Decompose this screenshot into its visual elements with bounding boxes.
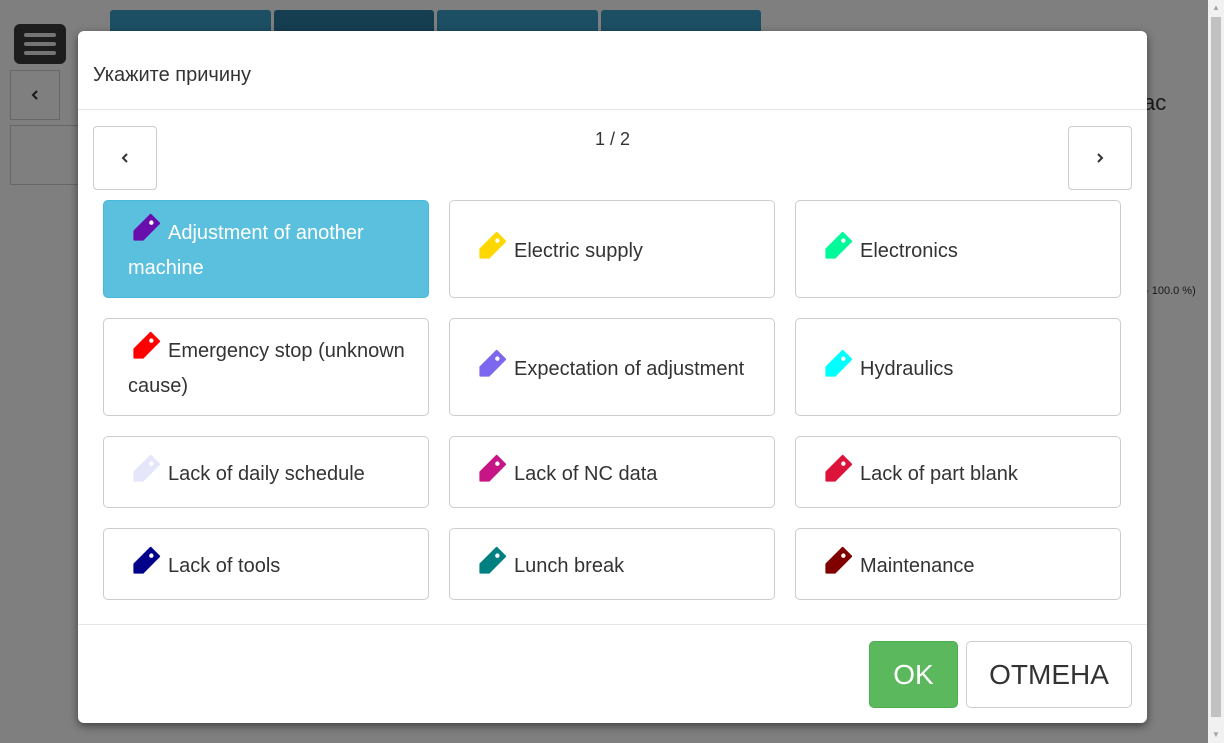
reason-option-label: Lunch break (514, 554, 625, 577)
dialog-header: Укажите причину (78, 31, 1147, 110)
reason-option[interactable]: Lack of part blank (795, 436, 1121, 508)
tag-icon (825, 231, 853, 259)
reason-option-text: Lack of part blank (820, 453, 1018, 492)
reason-option-text: Lack of NC data (474, 453, 657, 492)
reason-option-label: Electronics (860, 239, 958, 262)
reason-option-text: Adjustment of another machine (128, 212, 408, 286)
reason-option-text: Electronics (820, 230, 958, 269)
reason-option-label: Expectation of adjustment (514, 357, 745, 380)
reason-option-text: Maintenance (820, 545, 975, 584)
reason-option-text: Expectation of adjustment (474, 348, 744, 387)
tag-icon (479, 454, 507, 482)
tag-icon (133, 213, 161, 241)
reason-option[interactable]: Electronics (795, 200, 1121, 298)
reason-option-label: Lack of daily schedule (168, 462, 365, 485)
reason-option-label: Electric supply (514, 239, 643, 262)
next-page-button[interactable] (1068, 126, 1132, 190)
reason-option-text: Lack of tools (128, 545, 280, 584)
tag-icon (825, 349, 853, 377)
reason-option[interactable]: Hydraulics (795, 318, 1121, 416)
tag-icon (825, 546, 853, 574)
chevron-left-icon (121, 153, 128, 163)
page-scrollbar[interactable]: ▲ ▼ (1208, 0, 1224, 743)
reason-option[interactable]: Lack of tools (103, 528, 429, 600)
reason-option-label: Lack of tools (168, 554, 281, 577)
reason-option[interactable]: Lack of daily schedule (103, 436, 429, 508)
reason-option[interactable]: Lack of NC data (449, 436, 775, 508)
scrollbar-thumb[interactable] (1211, 17, 1221, 717)
reason-option-text: Lunch break (474, 545, 624, 584)
reason-option[interactable]: Emergency stop (unknown cause) (103, 318, 429, 416)
tag-icon (479, 231, 507, 259)
dialog-title: Укажите причину (93, 64, 252, 86)
scroll-down-arrow-icon[interactable]: ▼ (1208, 727, 1224, 743)
reason-option-text: Hydraulics (820, 348, 953, 387)
reason-option[interactable]: Maintenance (795, 528, 1121, 600)
reason-option[interactable]: Lunch break (449, 528, 775, 600)
reason-option-label: Adjustment of another machine (128, 222, 364, 279)
scroll-up-arrow-icon[interactable]: ▲ (1208, 0, 1224, 16)
chevron-right-icon (1097, 153, 1104, 163)
reason-option[interactable]: Adjustment of another machine (103, 200, 429, 298)
reason-option[interactable]: Electric supply (449, 200, 775, 298)
reason-option-text: Emergency stop (unknown cause) (128, 330, 408, 404)
reason-option-label: Hydraulics (860, 357, 954, 380)
reason-option-text: Electric supply (474, 230, 643, 269)
page-indicator: 1 / 2 (594, 129, 631, 149)
reason-option[interactable]: Expectation of adjustment (449, 318, 775, 416)
reason-option-label: Lack of part blank (860, 462, 1018, 485)
reason-option-label: Maintenance (860, 554, 975, 577)
tag-icon (825, 454, 853, 482)
tag-icon (133, 331, 161, 359)
ok-button[interactable]: OK (869, 641, 958, 708)
tag-icon (479, 349, 507, 377)
dialog-footer-divider (78, 624, 1147, 625)
reason-option-label: Emergency stop (unknown cause) (128, 340, 405, 397)
reason-option-text: Lack of daily schedule (128, 453, 365, 492)
reason-option-label: Lack of NC data (514, 462, 658, 485)
tag-icon (133, 454, 161, 482)
reason-dialog: Укажите причину 1 / 2 Adjustment of anot… (78, 31, 1147, 723)
tag-icon (133, 546, 161, 574)
tag-icon (479, 546, 507, 574)
cancel-button[interactable]: ОТМЕНА (966, 641, 1132, 708)
